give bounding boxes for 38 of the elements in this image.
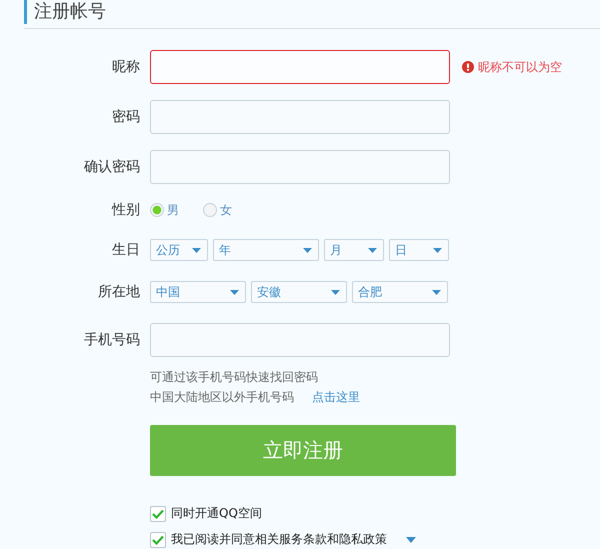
checkbox[interactable] <box>150 532 166 548</box>
dropdown-select[interactable]: 公历 <box>150 239 208 261</box>
caret-icon <box>368 248 377 252</box>
checkmark-icon <box>152 534 164 544</box>
dropdown-select[interactable]: 中国 <box>150 281 246 303</box>
page-title: 注册帐号 <box>24 0 600 24</box>
field-label: 确认密码 <box>83 158 140 176</box>
dropdown-select[interactable]: 日 <box>389 239 449 261</box>
field-label: 密码 <box>111 108 140 126</box>
field-label: 昵称 <box>111 58 140 76</box>
dropdown-select[interactable]: 年 <box>213 239 319 261</box>
field-label: 性别 <box>110 201 140 219</box>
caret-icon[interactable] <box>406 536 416 542</box>
caret-icon <box>230 290 239 294</box>
field-label: 手机号码 <box>83 331 140 349</box>
caret-icon <box>432 290 441 294</box>
error-icon <box>462 61 474 73</box>
field-label: 所在地 <box>97 283 140 301</box>
hint-text: 可通过该手机号码快速找回密码 <box>150 370 318 384</box>
dropdown-select[interactable]: 合肥 <box>352 281 448 303</box>
hint-text: 中国大陆地区以外手机号码 <box>150 389 294 406</box>
checkbox-label: 我已阅读并同意相关服务条款和隐私政策 <box>171 531 387 548</box>
checkmark-icon <box>152 508 164 518</box>
dropdown-select[interactable]: 安徽 <box>251 281 347 303</box>
field-label: 生日 <box>111 241 140 259</box>
register-button[interactable]: 立即注册 <box>150 425 456 476</box>
radio-option[interactable]: 女 <box>203 202 232 218</box>
radio-option[interactable]: 男 <box>150 202 179 218</box>
link[interactable]: 点击这里 <box>312 387 360 407</box>
dropdown-select[interactable]: 月 <box>324 239 384 261</box>
caret-icon <box>192 248 201 252</box>
checkbox-label: 同时开通QQ空间 <box>171 505 262 522</box>
input-field[interactable] <box>150 50 450 84</box>
error-message: 昵称不可以为空 <box>478 58 562 76</box>
checkbox[interactable] <box>150 506 166 522</box>
caret-icon <box>433 248 442 252</box>
caret-icon <box>331 290 340 294</box>
caret-icon <box>303 248 312 252</box>
